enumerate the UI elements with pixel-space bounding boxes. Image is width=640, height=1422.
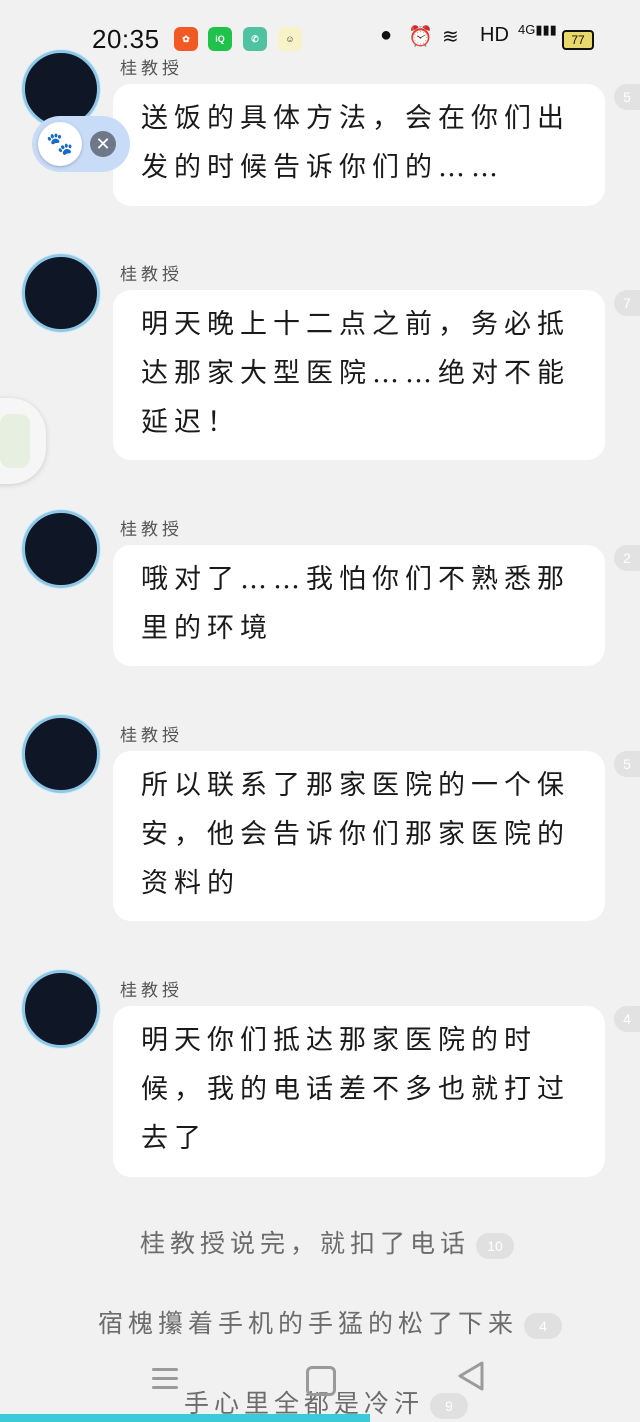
sender-name: 桂教授 <box>120 520 183 540</box>
kuaishou-app-icon: ✿ <box>174 27 198 51</box>
avatar[interactable] <box>22 970 100 1048</box>
side-widget-icon <box>0 414 30 468</box>
data-saver-icon: ● <box>380 24 393 46</box>
sender-name: 桂教授 <box>120 981 183 1001</box>
comment-count-badge[interactable]: 5 <box>614 751 640 777</box>
message-bubble[interactable]: 所以联系了那家医院的一个保安，他会告诉你们那家医院的资料的 <box>113 751 605 921</box>
wifi-icon: ≋ <box>442 26 459 48</box>
message-bubble[interactable]: 哦对了……我怕你们不熟悉那里的环境 <box>113 545 605 666</box>
sender-name: 桂教授 <box>120 726 183 746</box>
comment-count-badge[interactable]: 4 <box>524 1312 563 1339</box>
comment-count-badge[interactable]: 2 <box>614 545 640 571</box>
comment-count-badge[interactable]: 9 <box>430 1392 469 1419</box>
avatar[interactable] <box>22 715 100 793</box>
back-icon[interactable] <box>456 1360 486 1396</box>
avatar[interactable] <box>22 254 100 332</box>
message-bubble[interactable]: 送饭的具体方法，会在你们出发的时候告诉你们的…… <box>113 84 605 206</box>
signal-indicator: 4G▮▮▮ <box>518 22 557 37</box>
comment-count-badge[interactable]: 5 <box>614 84 640 110</box>
message-bubble[interactable]: 明天晚上十二点之前，务必抵达那家大型医院……绝对不能延迟！ <box>113 290 605 460</box>
status-bar: 20:35 ✿ iQ ✆ ☺ ● ⏰ ≋ HD 4G▮▮▮ 77 <box>0 0 640 70</box>
message-bubble[interactable]: 明天你们抵达那家医院的时候，我的电话差不多也就打过去了 <box>113 1006 605 1177</box>
narration-line[interactable]: 宿槐攥着手机的手猛的松了下来 4 <box>98 1304 563 1340</box>
comment-count-badge[interactable]: 7 <box>614 290 640 316</box>
paw-icon[interactable]: 🐾 <box>38 122 82 166</box>
narration-line[interactable]: 桂教授说完，就扣了电话 10 <box>140 1224 515 1260</box>
hd-indicator: HD <box>480 24 509 46</box>
mascot-app-icon: ☺ <box>278 27 302 51</box>
alarm-icon: ⏰ <box>408 26 433 48</box>
close-icon[interactable]: ✕ <box>90 131 116 157</box>
status-time: 20:35 <box>92 24 160 54</box>
side-floating-widget[interactable] <box>0 398 46 484</box>
avatar[interactable] <box>22 510 100 588</box>
narration-text: 桂教授说完，就扣了电话 <box>140 1229 471 1258</box>
signal-type: 4G <box>518 22 536 37</box>
home-icon[interactable] <box>306 1366 336 1396</box>
comment-count-badge[interactable]: 4 <box>614 1006 640 1032</box>
bottom-progress-strip <box>0 1414 370 1422</box>
iqiyi-app-icon: iQ <box>208 27 232 51</box>
sender-name: 桂教授 <box>120 265 183 285</box>
battery-icon: 77 <box>562 30 594 50</box>
narration-text: 宿槐攥着手机的手猛的松了下来 <box>98 1309 519 1338</box>
comment-count-badge[interactable]: 10 <box>476 1232 515 1259</box>
menu-icon[interactable] <box>152 1362 178 1395</box>
floating-window-pill[interactable]: 🐾 ✕ <box>32 116 130 172</box>
phone-app-icon: ✆ <box>243 27 267 51</box>
